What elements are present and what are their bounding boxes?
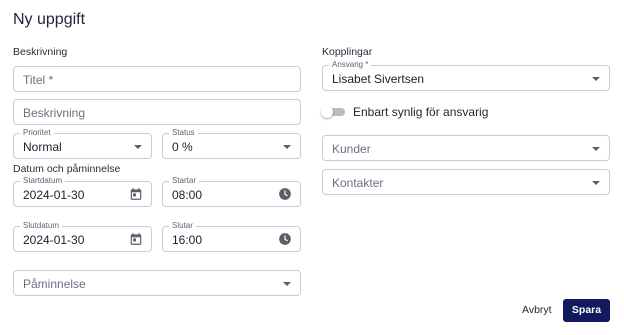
clock-icon[interactable] [278, 232, 292, 246]
caret-down-icon [283, 282, 291, 286]
links-heading: Kopplingar [322, 46, 373, 58]
customers-placeholder: Kunder [332, 142, 371, 156]
contacts-select[interactable]: Kontakter [322, 169, 610, 195]
reminder-placeholder: Påminnelse [23, 277, 86, 291]
priority-value: Normal [23, 140, 62, 154]
customers-select[interactable]: Kunder [322, 135, 610, 161]
description-placeholder: Beskrivning [23, 106, 86, 120]
calendar-icon[interactable] [129, 232, 143, 246]
clock-icon[interactable] [278, 187, 292, 201]
status-value: 0 % [172, 140, 193, 154]
caret-down-icon [283, 145, 291, 149]
priority-label: Prioritet [20, 128, 54, 138]
start-time-field[interactable]: Startar 08:00 [162, 176, 301, 207]
caret-down-icon [592, 147, 600, 151]
cancel-button[interactable]: Avbryt [522, 304, 552, 316]
start-date-value: 2024-01-30 [23, 188, 85, 202]
status-select[interactable]: Status 0 % [162, 128, 301, 159]
start-date-field[interactable]: Startdatum 2024-01-30 [13, 176, 152, 207]
description-field[interactable]: Beskrivning [13, 99, 301, 125]
title-field[interactable]: Titel * [13, 66, 301, 92]
end-date-field[interactable]: Slutdatum 2024-01-30 [13, 221, 152, 252]
end-time-label: Slutar [169, 221, 196, 231]
description-heading: Beskrivning [13, 46, 68, 58]
date-reminder-heading: Datum och påminnelse [13, 163, 121, 175]
end-time-field[interactable]: Slutar 16:00 [162, 221, 301, 252]
responsible-label: Ansvarig * [329, 60, 372, 70]
start-time-value: 08:00 [172, 188, 203, 202]
calendar-icon[interactable] [129, 187, 143, 201]
priority-select[interactable]: Prioritet Normal [13, 128, 152, 159]
status-label: Status [169, 128, 198, 138]
end-date-value: 2024-01-30 [23, 233, 85, 247]
start-date-label: Startdatum [20, 176, 66, 186]
dialog-title: Ny uppgift [13, 11, 86, 28]
caret-down-icon [592, 77, 600, 81]
private-visibility-toggle[interactable] [321, 106, 345, 118]
responsible-value: Lisabet Sivertsen [332, 72, 425, 86]
save-button[interactable]: Spara [563, 299, 610, 322]
end-time-value: 16:00 [172, 233, 203, 247]
responsible-select[interactable]: Ansvarig * Lisabet Sivertsen [322, 60, 610, 91]
title-placeholder: Titel * [23, 73, 54, 87]
reminder-select[interactable]: Påminnelse [13, 270, 301, 296]
private-visibility-label: Enbart synlig för ansvarig [353, 105, 489, 119]
contacts-placeholder: Kontakter [332, 176, 384, 190]
caret-down-icon [592, 181, 600, 185]
toggle-knob [321, 106, 333, 118]
end-date-label: Slutdatum [20, 221, 63, 231]
start-time-label: Startar [169, 176, 200, 186]
caret-down-icon [134, 145, 142, 149]
